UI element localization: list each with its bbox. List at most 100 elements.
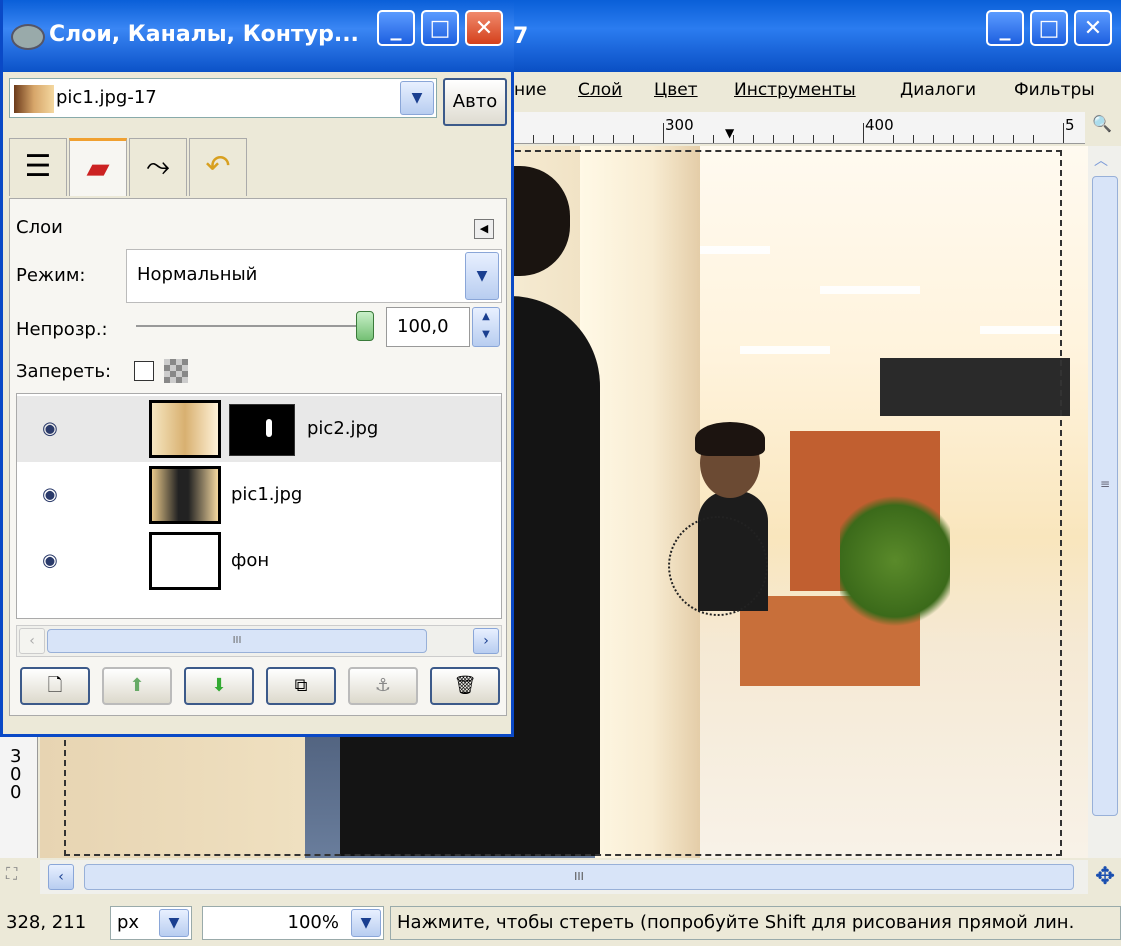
menu-item-filters[interactable]: Фильтры: [1014, 80, 1095, 100]
eye-icon[interactable]: ◉: [35, 418, 65, 439]
anchor-layer-icon: ⚓: [374, 675, 392, 696]
navigate-icon[interactable]: ✥: [1090, 862, 1120, 892]
duplicate-layer-icon: ⧉: [294, 675, 308, 696]
dock-tabs: ☰ ▰ ⤳ ↶: [9, 138, 507, 198]
layers-list[interactable]: ◉ pic2.jpg ◉ pic1.jpg ◉ фон: [16, 393, 502, 619]
panel-menu-icon[interactable]: ◀: [474, 219, 494, 239]
maximize-button[interactable]: □: [421, 10, 459, 46]
unit-value: px: [117, 912, 140, 933]
layer-thumbnail: [149, 532, 221, 590]
list-scroll-thumb[interactable]: III: [47, 629, 427, 653]
zoom-select[interactable]: 100% ▼: [202, 906, 384, 940]
opacity-spinner[interactable]: ▲ ▼: [472, 307, 500, 347]
scroll-left-button[interactable]: ‹: [19, 628, 45, 654]
vertical-ruler[interactable]: 300: [0, 736, 38, 858]
minimize-button[interactable]: _: [377, 10, 415, 46]
lock-alpha-icon[interactable]: [164, 359, 188, 383]
ruler-label-500: 5: [1065, 116, 1075, 134]
vertical-scroll-thumb[interactable]: ≡: [1092, 176, 1118, 816]
tab-undo-history[interactable]: ↶: [189, 138, 247, 196]
gimp-icon: [11, 24, 45, 50]
horizontal-scrollbar[interactable]: ‹ III: [40, 860, 1088, 894]
statusbar: 328, 211 px ▼ 100% ▼ Нажмите, чтобы стер…: [0, 898, 1121, 946]
delete-layer-button[interactable]: 🗑: [430, 667, 500, 705]
image-selector-value: pic1.jpg-17: [56, 87, 157, 108]
ruler-label-v300: 300: [10, 746, 22, 803]
menu-item-color[interactable]: Цвет: [654, 80, 698, 100]
list-horizontal-scrollbar[interactable]: ‹ III ›: [16, 625, 502, 657]
layer-button-bar: 🗋 ⬆ ⬇ ⧉ ⚓ 🗑: [16, 663, 502, 709]
ruler-pointer-icon: ▼: [725, 126, 735, 140]
pointer-coords: 328, 211: [6, 912, 87, 933]
raise-layer-button[interactable]: ⬆: [102, 667, 172, 705]
image-window-title: 7: [513, 24, 529, 49]
unit-select[interactable]: px ▼: [110, 906, 192, 940]
status-message: Нажмите, чтобы стереть (попробуйте Shift…: [390, 906, 1121, 940]
layer-name[interactable]: pic1.jpg: [231, 484, 302, 505]
close-button[interactable]: ✕: [1074, 10, 1112, 46]
layer-thumbnail: [149, 400, 221, 458]
lower-layer-button[interactable]: ⬇: [184, 667, 254, 705]
layer-thumbnail: [149, 466, 221, 524]
image-selector[interactable]: pic1.jpg-17 ▼: [9, 78, 437, 118]
anchor-layer-button[interactable]: ⚓: [348, 667, 418, 705]
list-item[interactable]: ◉ фон: [17, 528, 501, 594]
new-layer-button[interactable]: 🗋: [20, 667, 90, 705]
lower-layer-icon: ⬇: [211, 675, 227, 696]
raise-layer-icon: ⬆: [129, 675, 145, 696]
layer-name[interactable]: pic2.jpg: [307, 418, 378, 439]
image-thumbnail: [14, 85, 54, 113]
eye-icon[interactable]: ◉: [35, 550, 65, 571]
layers-dialog-titlebar[interactable]: Слои, Каналы, Контур... _ □ ✕: [3, 0, 514, 72]
lock-pixels-checkbox[interactable]: [134, 361, 154, 381]
menu-item-layer[interactable]: Слой: [578, 80, 622, 100]
mode-value: Нормальный: [137, 264, 258, 285]
menu-item-dialogs[interactable]: Диалоги: [900, 80, 976, 100]
eye-icon[interactable]: ◉: [35, 484, 65, 505]
tab-paths[interactable]: ⤳: [129, 138, 187, 196]
vertical-scrollbar[interactable]: ︿ ≡: [1088, 146, 1121, 858]
new-layer-icon: 🗋: [47, 675, 63, 696]
tab-channels[interactable]: ▰: [69, 138, 127, 196]
undo-history-icon: ↶: [205, 149, 231, 184]
list-item[interactable]: ◉ pic1.jpg: [17, 462, 501, 528]
layers-dialog: Слои, Каналы, Контур... _ □ ✕ pic1.jpg-1…: [0, 0, 514, 737]
brush-outline: [668, 516, 768, 616]
auto-button[interactable]: Авто: [443, 78, 507, 126]
zoom-icon[interactable]: 🔍: [1087, 114, 1117, 142]
layers-panel: Слои ◀ Режим: Нормальный ▼ Непрозр.: 100…: [9, 198, 507, 716]
horizontal-ruler[interactable]: 300 400 5 ▼: [513, 112, 1085, 144]
lock-label: Запереть:: [16, 361, 112, 382]
maximize-button[interactable]: □: [1030, 10, 1068, 46]
panel-title: Слои: [16, 217, 63, 238]
layer-mask-thumbnail[interactable]: [229, 404, 295, 456]
duplicate-layer-button[interactable]: ⧉: [266, 667, 336, 705]
list-item[interactable]: ◉ pic2.jpg: [17, 396, 501, 462]
scroll-right-button[interactable]: ›: [473, 628, 499, 654]
ruler-label-400: 400: [865, 116, 894, 134]
opacity-slider-handle[interactable]: [356, 311, 374, 341]
delete-layer-icon: 🗑: [453, 675, 477, 696]
layers-icon: ☰: [24, 149, 52, 184]
menu-item-tools[interactable]: Инструменты: [734, 80, 856, 100]
opacity-slider[interactable]: [136, 325, 372, 327]
chevron-down-icon[interactable]: ▼: [465, 252, 499, 300]
layer-name[interactable]: фон: [231, 550, 269, 571]
quick-mask-icon[interactable]: ⛶: [6, 864, 36, 892]
opacity-input[interactable]: 100,0: [386, 307, 470, 347]
scroll-left-button[interactable]: ‹: [48, 864, 74, 890]
horizontal-scroll-thumb[interactable]: III: [84, 864, 1074, 890]
chevron-down-icon[interactable]: ▼: [351, 909, 381, 937]
zoom-value: 100%: [287, 912, 339, 933]
menu-item-image[interactable]: ние: [514, 80, 547, 100]
chevron-down-icon[interactable]: ▼: [159, 909, 189, 937]
minimize-button[interactable]: _: [986, 10, 1024, 46]
mode-label: Режим:: [16, 265, 86, 286]
channels-icon: ▰: [86, 151, 110, 186]
paths-icon: ⤳: [146, 149, 170, 184]
chevron-down-icon[interactable]: ▼: [400, 81, 434, 115]
mode-select[interactable]: Нормальный ▼: [126, 249, 502, 303]
opacity-label: Непрозр.:: [16, 319, 108, 340]
close-button[interactable]: ✕: [465, 10, 503, 46]
tab-layers[interactable]: ☰: [9, 138, 67, 196]
